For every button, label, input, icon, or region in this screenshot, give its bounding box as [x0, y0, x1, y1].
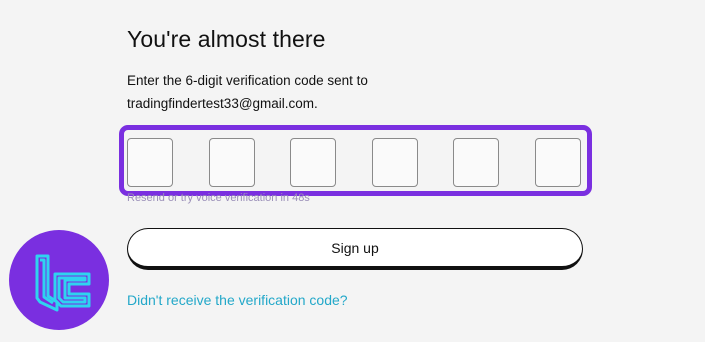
code-input-4[interactable]: [372, 138, 418, 187]
code-input-2[interactable]: [209, 138, 255, 187]
sign-up-button[interactable]: Sign up: [127, 228, 583, 270]
tradingfinder-logo-icon: [9, 230, 109, 330]
code-input-5[interactable]: [453, 138, 499, 187]
code-input-6[interactable]: [535, 138, 581, 187]
instruction-line-1: Enter the 6-digit verification code sent…: [127, 73, 368, 88]
logo-mark-icon: [35, 254, 91, 312]
page-title: You're almost there: [127, 26, 326, 52]
resend-countdown-text: Resend or try voice verification in 48s: [127, 192, 310, 204]
verification-code-group: [119, 125, 592, 196]
code-input-3[interactable]: [290, 138, 336, 187]
instruction-email: tradingfindertest33@gmail.com.: [127, 96, 318, 111]
code-input-1[interactable]: [127, 138, 173, 187]
didnt-receive-code-link[interactable]: Didn't receive the verification code?: [127, 292, 348, 308]
sign-up-button-label: Sign up: [331, 239, 379, 256]
instruction-text: Enter the 6-digit verification code sent…: [127, 69, 368, 115]
